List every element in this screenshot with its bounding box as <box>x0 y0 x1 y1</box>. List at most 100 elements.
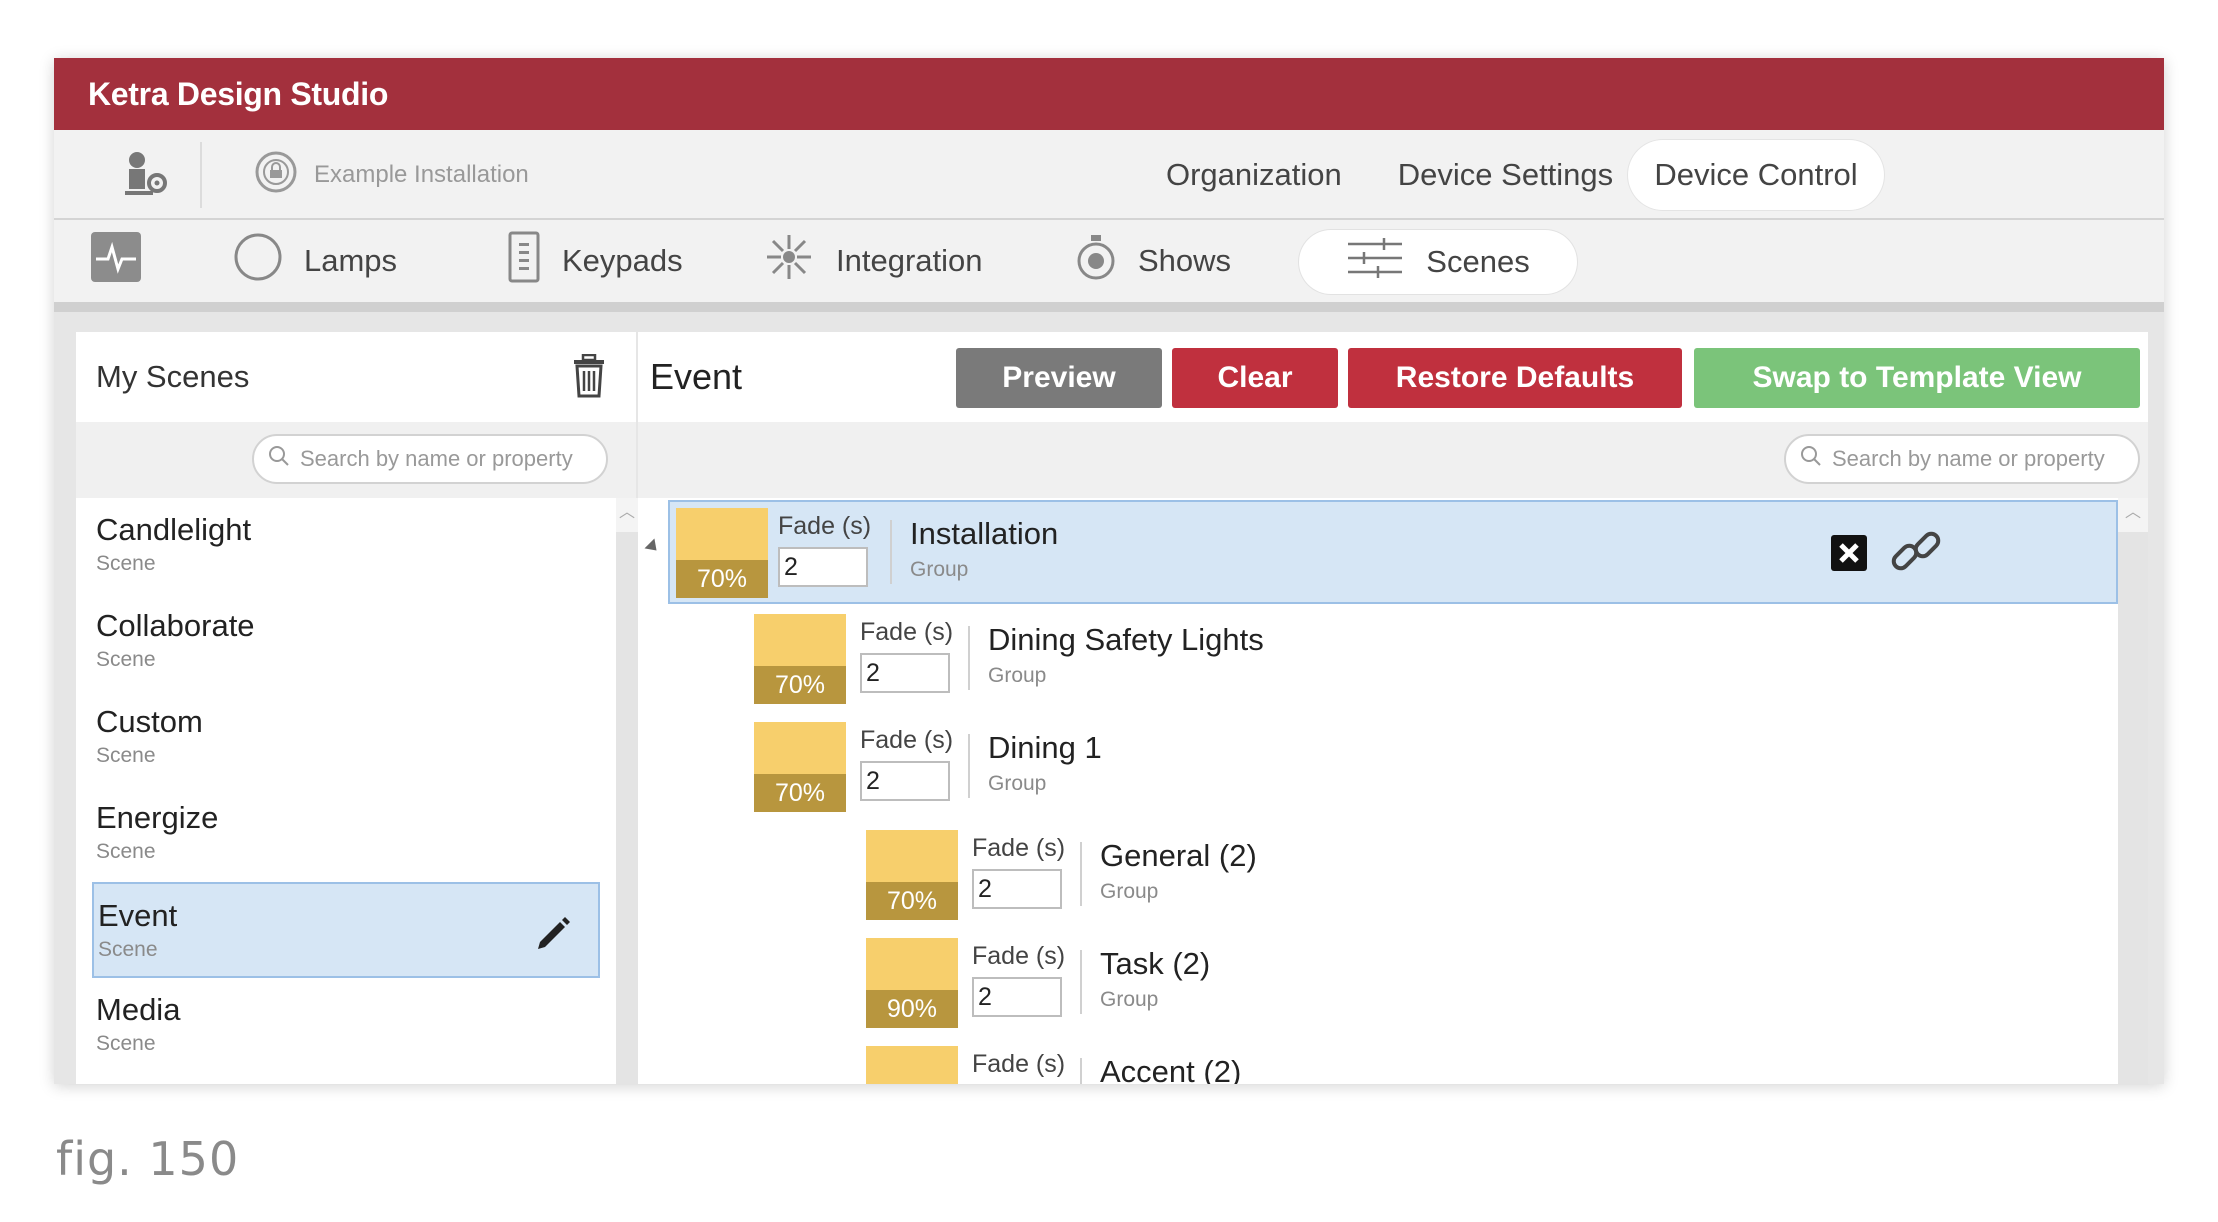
tree-node-accent[interactable]: Fade (s) Accent (2) Group <box>866 1040 1466 1084</box>
fade-control: Fade (s) <box>972 1050 1068 1084</box>
scene-item-candlelight[interactable]: Candlelight Scene <box>92 498 600 594</box>
lamp-icon <box>232 231 284 291</box>
fade-label: Fade (s) <box>860 726 954 754</box>
installation-icon <box>254 150 298 201</box>
editor-search-band: Search by name or property <box>638 422 2148 498</box>
fade-input[interactable]: 2 <box>778 547 868 587</box>
top-nav: Organization Device Settings <box>1138 130 1641 220</box>
subnav-shows-label: Shows <box>1138 243 1232 278</box>
subnav-scenes[interactable]: Scenes <box>1299 230 1577 294</box>
tree-node-task[interactable]: 90% Fade (s) 2 Task (2) Group <box>866 932 1466 1036</box>
fade-label: Fade (s) <box>972 942 1066 970</box>
scene-type: Scene <box>96 648 156 671</box>
user-gear-icon <box>121 149 169 202</box>
scene-name: Custom <box>96 704 203 739</box>
editor-search-input[interactable]: Search by name or property <box>1784 434 2140 484</box>
subnav-shows[interactable]: Shows <box>1074 220 1231 302</box>
scene-list-scrollbar[interactable]: ︿ <box>616 498 638 1084</box>
node-name-block: Installation Group <box>910 516 1058 582</box>
search-icon <box>268 445 290 473</box>
stopwatch-icon <box>1074 231 1118 291</box>
fade-control: Fade (s) 2 <box>972 942 1068 1017</box>
fade-input[interactable]: 2 <box>860 761 950 801</box>
close-icon[interactable] <box>1830 534 1868 577</box>
scene-editor: Event Preview Clear Restore Defaults Swa… <box>638 332 2148 1084</box>
subnav-lamps[interactable]: Lamps <box>232 220 397 302</box>
node-type: Group <box>988 664 1047 687</box>
installation-name: Example Installation <box>314 161 529 188</box>
scenes-panel-header: My Scenes <box>76 332 636 422</box>
node-name-block: Dining 1 Group <box>988 730 1102 796</box>
app-window: Ketra Design Studio Example Installation… <box>54 58 2164 1084</box>
scene-item-collaborate[interactable]: Collaborate Scene <box>92 594 600 690</box>
installation-selector[interactable]: Example Installation <box>254 130 529 220</box>
sliders-icon <box>1346 236 1404 288</box>
nav-device-settings[interactable]: Device Settings <box>1370 130 1641 220</box>
node-name: Dining Safety Lights <box>988 622 1264 657</box>
fade-input[interactable]: 2 <box>860 653 950 693</box>
subnav-integration[interactable]: Integration <box>762 220 983 302</box>
fade-label: Fade (s) <box>778 512 872 540</box>
tree-node-installation[interactable]: 70% Fade (s) 2 Installation Group <box>668 500 2118 604</box>
scenes-search-placeholder: Search by name or property <box>300 446 573 471</box>
scene-name: Media <box>96 992 181 1027</box>
preview-button[interactable]: Preview <box>956 348 1162 408</box>
app-title: Ketra Design Studio <box>54 58 2164 130</box>
level-swatch[interactable] <box>866 1046 958 1084</box>
group-tree-scrollbar[interactable]: ︿ <box>2118 498 2148 1084</box>
swap-template-view-button[interactable]: Swap to Template View <box>1694 348 2140 408</box>
activity-icon <box>90 231 142 291</box>
fade-input[interactable]: 2 <box>972 869 1062 909</box>
level-value: 70% <box>676 560 768 598</box>
scene-item-event[interactable]: Event Scene <box>92 882 600 978</box>
sub-nav-bar: Lamps Keypads Integration Shows Scenes <box>54 220 2164 312</box>
fade-label: Fade (s) <box>860 618 954 646</box>
level-swatch[interactable]: 70% <box>754 722 846 812</box>
tree-node-dining-safety-lights[interactable]: 70% Fade (s) 2 Dining Safety Lights Grou… <box>754 608 1354 712</box>
scene-type: Scene <box>98 938 158 961</box>
level-value: 70% <box>866 882 958 920</box>
clear-button[interactable]: Clear <box>1172 348 1338 408</box>
fade-control: Fade (s) 2 <box>860 726 956 801</box>
node-name-block: General (2) Group <box>1100 838 1257 904</box>
nav-organization[interactable]: Organization <box>1138 130 1370 220</box>
subnav-keypads-label: Keypads <box>562 243 683 278</box>
scene-item-energize[interactable]: Energize Scene <box>92 786 600 882</box>
node-name: Dining 1 <box>988 730 1102 765</box>
scene-name: Energize <box>96 800 219 835</box>
subnav-keypads[interactable]: Keypads <box>506 220 683 302</box>
level-value: 70% <box>754 666 846 704</box>
scene-item-custom[interactable]: Custom Scene <box>92 690 600 786</box>
fade-label: Fade (s) <box>972 834 1066 862</box>
scroll-up-icon[interactable]: ︿ <box>2118 498 2148 532</box>
node-name: Installation <box>910 516 1059 551</box>
activity-button[interactable] <box>90 220 142 302</box>
scene-type: Scene <box>96 552 156 575</box>
level-swatch[interactable]: 70% <box>754 614 846 704</box>
fade-control: Fade (s) 2 <box>778 512 874 587</box>
scenes-panel: My Scenes Search by name or property Can… <box>76 332 638 1084</box>
scene-list: Candlelight Scene Collaborate Scene Cust… <box>76 498 606 1084</box>
level-swatch[interactable]: 70% <box>866 830 958 920</box>
pencil-icon[interactable] <box>534 914 572 957</box>
trash-icon[interactable] <box>572 353 606 406</box>
tree-node-general[interactable]: 70% Fade (s) 2 General (2) Group <box>866 824 1466 928</box>
scene-item-media[interactable]: Media Scene <box>92 978 600 1074</box>
restore-defaults-button[interactable]: Restore Defaults <box>1348 348 1682 408</box>
scene-editor-title: Event <box>650 356 743 397</box>
scenes-search-band: Search by name or property <box>76 422 636 498</box>
fade-input[interactable]: 2 <box>972 977 1062 1017</box>
collapse-icon[interactable] <box>644 538 662 556</box>
link-icon[interactable] <box>1888 524 1946 587</box>
nav-device-control[interactable]: Device Control <box>1628 140 1884 210</box>
scene-name: Event <box>98 898 178 933</box>
user-settings-button[interactable] <box>90 142 202 208</box>
scenes-search-input[interactable]: Search by name or property <box>252 434 608 484</box>
level-swatch[interactable]: 70% <box>676 508 768 598</box>
search-icon <box>1800 445 1822 473</box>
node-type: Group <box>988 772 1047 795</box>
tree-node-dining-1[interactable]: 70% Fade (s) 2 Dining 1 Group <box>754 716 1354 820</box>
scroll-up-icon[interactable]: ︿ <box>616 498 638 532</box>
fade-control: Fade (s) 2 <box>860 618 956 693</box>
level-swatch[interactable]: 90% <box>866 938 958 1028</box>
